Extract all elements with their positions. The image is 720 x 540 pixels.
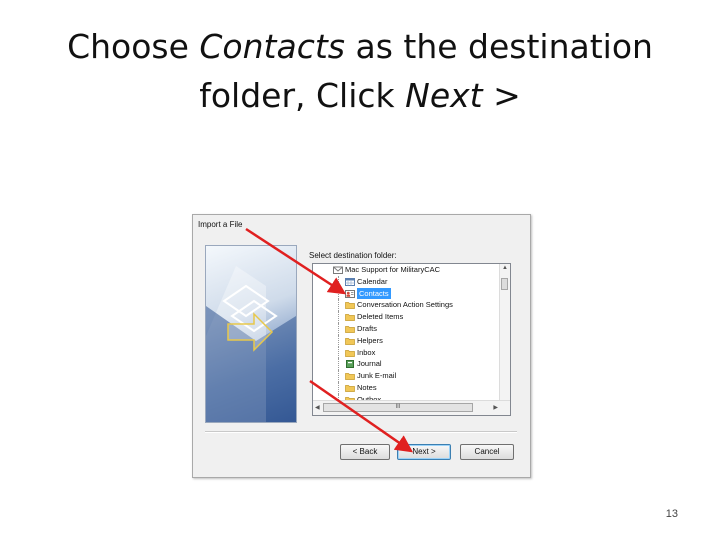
scroll-up-icon[interactable]: ▲ — [502, 265, 508, 271]
horizontal-scroll-thumb[interactable]: III — [323, 403, 473, 412]
tree-connector — [338, 311, 345, 323]
tree-connector — [326, 264, 332, 276]
dialog-title: Import a File — [198, 220, 243, 229]
folder-icon — [345, 313, 355, 322]
tree-connector — [338, 370, 345, 382]
tree-connector — [338, 358, 345, 371]
destination-folder-label: Select destination folder: — [309, 251, 397, 260]
journal-icon — [345, 360, 355, 369]
folder-item[interactable]: Deleted Items — [313, 311, 499, 323]
folder-label: Junk E-mail — [357, 371, 397, 381]
next-button[interactable]: Next > — [397, 444, 451, 460]
tree-connector — [338, 299, 345, 312]
tree-connector — [338, 334, 345, 347]
folder-icon — [345, 325, 355, 333]
back-button[interactable]: < Back — [340, 444, 390, 460]
folder-icon — [345, 349, 355, 357]
tree-connector — [338, 322, 345, 335]
wizard-banner-image — [205, 245, 297, 423]
title-line-2: folder, Click Next > — [0, 71, 720, 120]
page-number: 13 — [665, 508, 678, 520]
cancel-button[interactable]: Cancel — [460, 444, 514, 460]
folder-item[interactable]: Conversation Action Settings — [313, 299, 499, 312]
contacts-icon — [345, 289, 355, 298]
folder-label: Notes — [357, 382, 377, 392]
scroll-right-icon[interactable]: ▶ — [493, 404, 498, 411]
title-emphasis-next: Next > — [405, 76, 521, 115]
import-file-dialog: Import a File Select destination folder:… — [192, 214, 531, 478]
dialog-separator — [205, 431, 517, 433]
title-emphasis-contacts: Contacts — [199, 27, 345, 66]
horizontal-scrollbar[interactable]: ◀ III ▶ — [313, 400, 510, 415]
folder-icon — [345, 372, 355, 381]
folder-item[interactable]: Helpers — [313, 334, 499, 347]
folder-label: Inbox — [357, 347, 376, 357]
tree-connector — [338, 287, 345, 300]
wizard-banner-art — [206, 266, 296, 422]
calendar-icon — [345, 277, 355, 286]
folder-item[interactable]: Mac Support for MilitaryCAC — [313, 264, 499, 276]
scroll-left-icon[interactable]: ◀ — [315, 404, 320, 411]
folder-label: Drafts — [357, 323, 378, 333]
folder-icon — [345, 384, 355, 392]
vertical-scrollbar[interactable]: ▲ — [499, 264, 510, 400]
folder-item[interactable]: Inbox — [313, 346, 499, 359]
folder-item[interactable]: Contacts — [313, 287, 499, 300]
folder-tree-list: Mac Support for MilitaryCAC Calendar Conta… — [313, 264, 499, 400]
folder-item[interactable]: Junk E-mail — [313, 370, 499, 382]
mailbox-icon — [333, 266, 343, 274]
folder-label: Journal — [357, 359, 382, 369]
tree-connector — [338, 381, 345, 394]
folder-label: Conversation Action Settings — [357, 300, 453, 310]
folder-item[interactable]: Notes — [313, 381, 499, 394]
folder-item[interactable]: Calendar — [313, 275, 499, 288]
folder-icon — [345, 301, 355, 310]
title-text: as the destination — [344, 27, 653, 66]
folder-label: Calendar — [357, 276, 388, 286]
folder-item[interactable]: Journal — [313, 358, 499, 371]
folder-label: Mac Support for MilitaryCAC — [345, 265, 441, 274]
folder-label: Contacts — [357, 287, 391, 300]
title-line-1: Choose Contacts as the destination — [0, 22, 720, 71]
slide-title: Choose Contacts as the destination folde… — [0, 22, 720, 120]
vertical-scroll-thumb[interactable] — [501, 278, 508, 290]
folder-label: Deleted Items — [357, 312, 404, 322]
folder-label: Helpers — [357, 335, 383, 345]
folder-tree[interactable]: Mac Support for MilitaryCAC Calendar Conta… — [312, 263, 511, 416]
tree-connector — [338, 275, 345, 288]
title-text: Choose — [67, 27, 200, 66]
folder-item[interactable]: Drafts — [313, 322, 499, 335]
tree-connector — [338, 346, 345, 359]
folder-icon — [345, 337, 355, 345]
title-text: folder, Click — [199, 76, 406, 115]
